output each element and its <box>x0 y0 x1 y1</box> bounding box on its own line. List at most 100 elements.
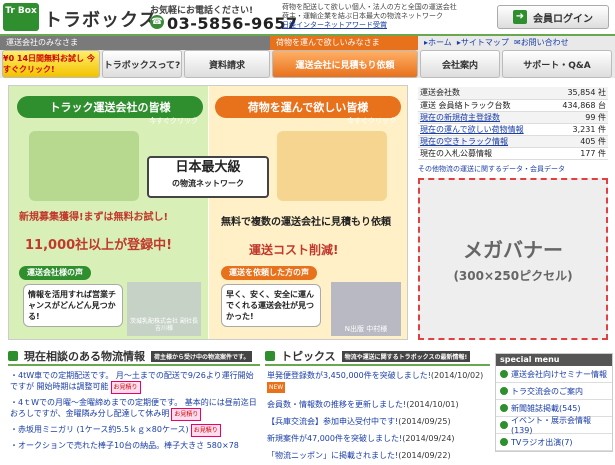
tagline-line: 荷主・運輸企業を結ぶ日本最大の物流ネットワーク <box>282 12 443 20</box>
stats-label: 現在の入札公募情報 <box>418 147 550 160</box>
topic-item[interactable]: 「物流ニッポン」に掲載されました!(2014/09/22) <box>267 450 492 461</box>
mega-banner-size: (300×250ピクセル) <box>453 269 573 283</box>
special-menu-label: イベント・展示会情報(139) <box>510 416 591 435</box>
home-link-label: ホーム <box>428 38 452 47</box>
carriers-button[interactable]: トラック運送会社の皆様 <box>17 96 203 118</box>
consult-item[interactable]: ・4tW車での定期配送です。 月～土までの配送で9/26より運行開始ですが 開始… <box>10 370 260 394</box>
topic-date: (2014/10/02) <box>430 371 484 380</box>
tab-free-trial[interactable]: ¥0 14日間無料お試し 今すぐクリック! <box>2 50 100 78</box>
logo-text[interactable]: トラボックス <box>44 6 157 32</box>
arrow-icon <box>500 370 508 378</box>
stats-table: 運送会社数 35,854 社運送 会員絡トラック台数 434,868 台現在の新規荷… <box>418 87 608 160</box>
consult-item[interactable]: ・赤坂用ミニガリ (1ケース約5.5ｋｇ×80ケース) お見積り <box>10 424 260 437</box>
tab-documents[interactable]: 資料請求 <box>184 50 270 78</box>
topic-date: (2014/09/22) <box>398 451 451 460</box>
topic-item[interactable]: 新規案件が47,000件を突破しました!(2014/09/24) <box>267 433 492 444</box>
stats-more-link[interactable]: その他物流の運送に関するデータ・会員データ <box>418 164 565 174</box>
consult-sub: 荷主様から受け中の物流案件です。 <box>151 350 253 362</box>
phone-icon: ☎ <box>150 15 164 29</box>
contact-link[interactable]: ✉お問い合わせ <box>514 38 569 47</box>
member-count: 11,000社以上が登録中! <box>25 238 173 253</box>
sitemap-link-label: サイトマップ <box>460 38 509 47</box>
topics-list: 単発便登録数が3,450,000件を突破しました!(2014/10/02) NEW… <box>267 370 492 465</box>
quote-badge[interactable]: お見積り <box>190 424 221 437</box>
mega-banner[interactable]: メガバナー (300×250ピクセル) <box>418 178 608 340</box>
section-bullet-icon <box>8 351 18 361</box>
topic-text: 【兵庫交流会】参加申込受付中です! <box>267 417 399 426</box>
topic-item[interactable]: 会員数・情報数の推移を更新しました!(2014/10/01) <box>267 399 492 410</box>
trial-text: 新規募集獲得!まずは無料お試し! <box>19 212 169 223</box>
carriers-sub: 今すぐクリック <box>149 117 198 125</box>
stats-value: 35,854 社 <box>549 87 608 100</box>
quote-badge[interactable]: お見積り <box>171 408 202 421</box>
consult-item[interactable]: ・4ｔWでの月曜～金曜締めまでの定期便です。 基本的には昼前迄日おろしですが、金… <box>10 397 260 421</box>
tab-request-quote[interactable]: 運送会社に見積もり依頼 <box>272 50 418 78</box>
special-menu-item[interactable]: 運送会社向けセミナー情報 <box>496 366 612 383</box>
topics-heading: トピックス 物流や運送に関するトラボックスの最新情報! <box>265 348 490 366</box>
stats-value: 405 件 <box>549 135 608 148</box>
stats-label-link[interactable]: 現在の新規荷主登録数 <box>418 111 550 124</box>
stats-label-link[interactable]: 現在の運んで欲しい荷物情報 <box>418 123 550 136</box>
stats-row: 現在の運んで欲しい荷物情報 3,231 件 <box>418 123 608 136</box>
shippers-button-label: 荷物を運んで欲しい皆様 <box>247 101 369 114</box>
tagline-line: 荷物を配送して欲しい個人・法人の方と全国の運送会社 <box>282 3 457 11</box>
topic-text: 会員数・情報数の推移を更新しました! <box>267 400 407 409</box>
mega-banner-title: メガバナー <box>463 238 563 262</box>
shipper-person-photo: N出版 中村様 <box>331 282 401 336</box>
cost-text: 運送コスト削減! <box>249 243 339 257</box>
logo-box-label: Tr Box <box>5 6 37 16</box>
logo[interactable]: Tr Box <box>3 3 39 31</box>
special-menu-item[interactable]: TVラジオ出演(7) <box>496 434 612 451</box>
contact-link-label: お問い合わせ <box>520 38 569 47</box>
topic-text: 新規案件が47,000件を突破しました! <box>267 434 403 443</box>
login-label: 会員ログイン <box>533 13 593 25</box>
consult-title: 現在相談のある物流情報 <box>24 350 145 363</box>
arrow-icon <box>500 421 508 429</box>
tab-about[interactable]: トラボックスって? <box>102 50 182 78</box>
top-links: ▸ホーム ▸サイトマップ ✉お問い合わせ <box>424 37 569 48</box>
stats-row: 現在の入札公募情報 177 件 <box>418 147 608 160</box>
home-link[interactable]: ▸ホーム <box>424 38 452 47</box>
shippers-quote-bubble: 早く、安く、安全に運んでくれる運送会社が見つかった! <box>221 284 321 327</box>
arrow-icon <box>500 387 508 395</box>
special-menu-item[interactable]: イベント・展示会情報(139) <box>496 416 612 435</box>
stats-row: 現在の新規荷主登録数 99 件 <box>418 111 608 124</box>
stats-label-link[interactable]: 現在の空きトラック情報 <box>418 135 550 148</box>
topic-item[interactable]: 単発便登録数が3,450,000件を突破しました!(2014/10/02) NEW <box>267 370 492 393</box>
main-nav: 運送会社のみなさま 荷物を運んで欲しいみなさま ▸ホーム ▸サイトマップ ✉お問… <box>0 34 615 78</box>
phone-number: 03-5856-9657 <box>167 14 298 33</box>
topic-date: (2014/09/25) <box>398 417 451 426</box>
stats-value: 3,231 件 <box>549 123 608 136</box>
hero-banner[interactable]: トラック運送会社の皆様 荷物を運んで欲しい皆様 今すぐクリック 今すぐクリック … <box>8 85 408 340</box>
stats-value: 434,868 台 <box>549 99 608 112</box>
special-menu-title: special menu <box>496 354 612 366</box>
topics-title: トピックス <box>281 350 336 363</box>
consult-heading: 現在相談のある物流情報 荷主様から受け中の物流案件です。 <box>8 348 260 366</box>
tab-support[interactable]: サポート・Q&A <box>502 50 612 78</box>
special-menu-item[interactable]: トラ交流会のご案内 <box>496 383 612 400</box>
shippers-button[interactable]: 荷物を運んで欲しい皆様 <box>215 96 401 118</box>
topic-text: 「物流ニッポン」に掲載されました! <box>267 451 399 460</box>
quote-badge[interactable]: お見積り <box>110 381 141 394</box>
carriers-quote-bubble: 情報を活用すれば営業チャンスがどんどん見つかる! <box>23 284 123 327</box>
consult-item[interactable]: ・オークションで売れた棒子10台の納品。棒子大きさ 580×78 <box>10 440 260 451</box>
special-menu-label: トラ交流会のご案内 <box>511 386 583 396</box>
header: Tr Box トラボックス お気軽にお電話ください! ☎ 03-5856-965… <box>0 0 615 34</box>
consult-item-text: ・赤坂用ミニガリ (1ケース約5.5ｋｇ×80ケース) <box>10 425 189 434</box>
topic-date: (2014/10/01) <box>406 400 459 409</box>
arrow-icon <box>500 404 508 412</box>
tab-company[interactable]: 会社案内 <box>420 50 500 78</box>
tagline: 荷物を配送して欲しい個人・法人の方と全国の運送会社 荷主・運輸企業を結ぶ日本最大… <box>282 3 462 30</box>
new-badge: NEW <box>267 382 286 393</box>
topic-date: (2014/09/24) <box>402 434 455 443</box>
sitemap-link[interactable]: ▸サイトマップ <box>457 38 509 47</box>
truck-illustration <box>29 131 139 201</box>
stats-label: 運送会社数 <box>418 87 550 100</box>
login-button[interactable]: ➜ 会員ログイン <box>497 5 609 29</box>
shippers-sub: 今すぐクリック <box>347 117 396 125</box>
consult-list: ・4tW車での定期配送です。 月～土までの配送で9/26より運行開始ですが 開始… <box>10 370 260 454</box>
nav-head-shippers: 荷物を運んで欲しいみなさま <box>270 36 418 50</box>
award-link[interactable]: 日経インターネットアワード受賞 <box>282 21 462 30</box>
topic-item[interactable]: 【兵庫交流会】参加申込受付中です!(2014/09/25) <box>267 416 492 427</box>
special-menu-list: 運送会社向けセミナー情報 トラ交流会のご案内 新聞雑誌掲載(545) イベント・展示会… <box>496 366 612 451</box>
